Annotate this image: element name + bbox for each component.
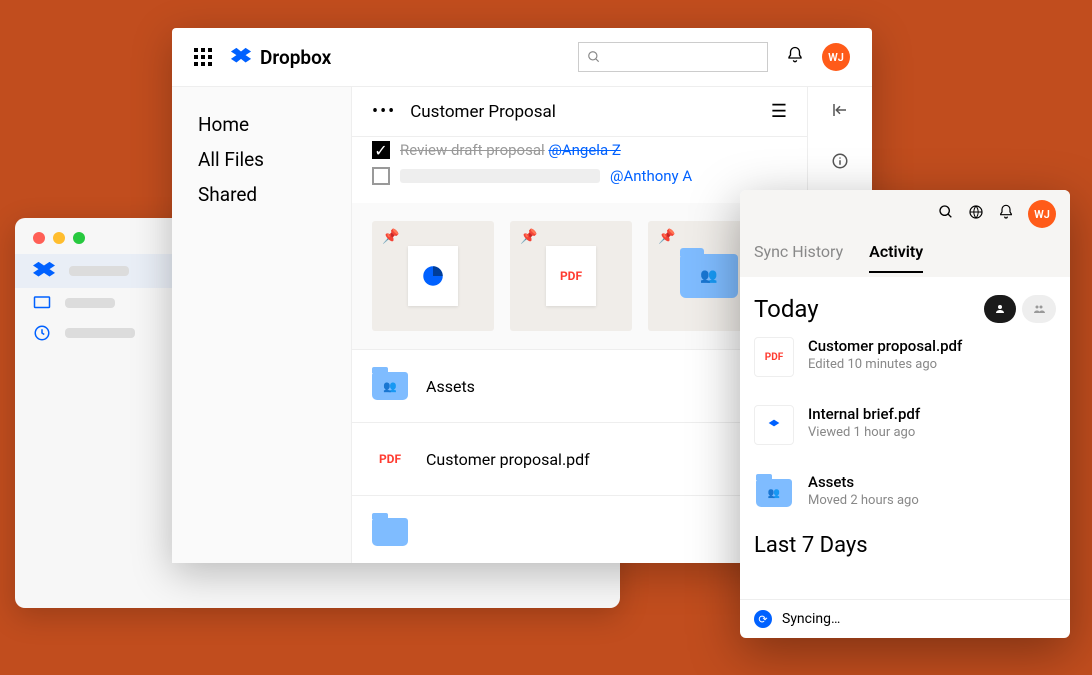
task-row[interactable]: @Anthony A <box>352 163 807 189</box>
tab-activity[interactable]: Activity <box>869 242 923 273</box>
search-icon <box>587 50 601 64</box>
dropbox-logo-icon <box>230 46 252 68</box>
task-text: Review draft proposal @Angela Z <box>400 141 621 159</box>
filter-me-button[interactable] <box>984 295 1016 323</box>
finder-item-label <box>69 266 129 276</box>
notifications-icon[interactable] <box>786 46 804 69</box>
content-header: ••• Customer Proposal ☰ <box>352 87 807 137</box>
brand[interactable]: Dropbox <box>230 46 331 69</box>
task-placeholder <box>400 169 600 183</box>
close-icon[interactable] <box>33 232 45 244</box>
activity-item[interactable]: Internal brief.pdf Viewed 1 hour ago <box>754 391 1056 459</box>
recents-icon <box>33 324 51 342</box>
checkbox-checked-icon[interactable]: ✓ <box>372 141 390 159</box>
maximize-icon[interactable] <box>73 232 85 244</box>
file-name: Assets <box>426 377 475 396</box>
doc-icon <box>408 246 458 306</box>
file-row[interactable]: PDF Customer proposal.pdf <box>352 422 807 495</box>
sync-label: Syncing… <box>782 611 840 627</box>
sidebar-item-home[interactable]: Home <box>198 113 325 136</box>
pin-icon: 📌 <box>520 229 537 245</box>
dropbox-file-icon <box>754 405 794 445</box>
activity-toolbar: WJ <box>754 200 1056 228</box>
task-row[interactable]: ✓ Review draft proposal @Angela Z <box>352 137 807 163</box>
tab-sync-history[interactable]: Sync History <box>754 242 843 273</box>
activity-subtitle: Viewed 1 hour ago <box>808 425 920 440</box>
last-7-days-label: Last 7 Days <box>754 533 1056 558</box>
sidebar: Home All Files Shared <box>172 87 352 563</box>
activity-tabs: Sync History Activity <box>754 228 1056 273</box>
finder-item-label <box>65 328 135 338</box>
notifications-icon[interactable] <box>998 204 1014 224</box>
app-grid-icon[interactable] <box>194 48 212 66</box>
minimize-icon[interactable] <box>53 232 65 244</box>
file-row[interactable]: 👥 Assets <box>352 349 807 422</box>
file-name: Customer proposal.pdf <box>426 450 590 469</box>
pinned-tile[interactable]: 📌 <box>372 221 494 331</box>
search-input[interactable] <box>578 42 768 72</box>
folder-icon <box>372 514 408 550</box>
info-icon[interactable] <box>831 152 849 175</box>
filter-team-button[interactable] <box>1022 295 1056 323</box>
pinned-tile[interactable]: 📌 PDF <box>510 221 632 331</box>
avatar[interactable]: WJ <box>1028 200 1056 228</box>
search-icon[interactable] <box>938 204 954 224</box>
chart-icon <box>420 263 446 289</box>
activity-item[interactable]: PDF Customer proposal.pdf Edited 10 minu… <box>754 323 1056 391</box>
pinned-tiles: 📌 📌 PDF 📌 👥 <box>352 203 807 349</box>
pdf-icon: PDF <box>546 246 596 306</box>
finder-item-label <box>65 298 115 308</box>
sync-icon: ⟳ <box>754 610 772 628</box>
activity-subtitle: Edited 10 minutes ago <box>808 357 962 372</box>
task-mention[interactable]: @Anthony A <box>610 167 692 185</box>
globe-icon[interactable] <box>968 204 984 224</box>
folder-icon: 👥 <box>754 473 794 513</box>
pin-icon: 📌 <box>658 229 675 245</box>
sidebar-item-all-files[interactable]: All Files <box>198 148 325 171</box>
more-icon[interactable]: ••• <box>372 101 396 122</box>
activity-subtitle: Moved 2 hours ago <box>808 493 919 508</box>
sidebar-item-shared[interactable]: Shared <box>198 183 325 206</box>
pdf-icon: PDF <box>754 337 794 377</box>
brand-name: Dropbox <box>260 46 331 69</box>
desktop-icon <box>33 294 51 312</box>
folder-icon: 👥 <box>372 368 408 404</box>
activity-body: Today PDF Customer proposal.pdf Edited 1… <box>740 277 1070 599</box>
checkbox-icon[interactable] <box>372 167 390 185</box>
pin-icon: 📌 <box>382 229 399 245</box>
avatar[interactable]: WJ <box>822 43 850 71</box>
menu-icon[interactable]: ☰ <box>771 101 787 122</box>
dropbox-icon <box>33 260 55 282</box>
page-title: Customer Proposal <box>410 102 556 122</box>
file-row[interactable] <box>352 495 807 563</box>
activity-panel: WJ Sync History Activity Today PDF Custo… <box>740 190 1070 638</box>
activity-section-header: Today <box>754 295 1056 323</box>
activity-title: Internal brief.pdf <box>808 405 920 423</box>
shared-folder-icon: 👥 <box>680 254 738 298</box>
collapse-icon[interactable] <box>831 101 849 124</box>
activity-title: Customer proposal.pdf <box>808 337 962 355</box>
header: Dropbox WJ <box>172 28 872 87</box>
pdf-icon: PDF <box>372 441 408 477</box>
activity-title: Assets <box>808 473 919 491</box>
activity-item[interactable]: 👥 Assets Moved 2 hours ago <box>754 459 1056 527</box>
tasks: ✓ Review draft proposal @Angela Z @Antho… <box>352 137 807 203</box>
sync-status: ⟳ Syncing… <box>740 599 1070 638</box>
today-label: Today <box>754 295 819 323</box>
